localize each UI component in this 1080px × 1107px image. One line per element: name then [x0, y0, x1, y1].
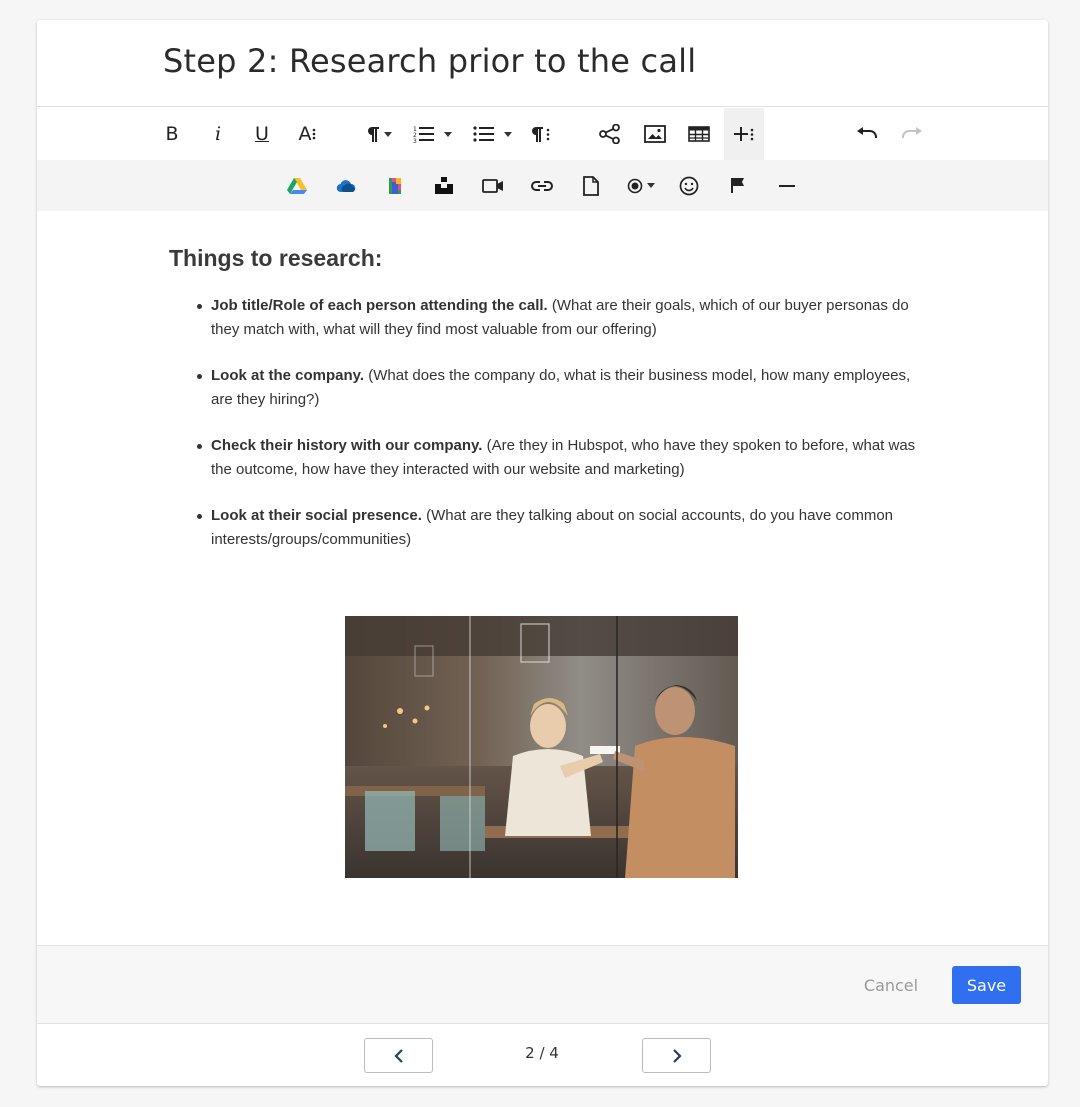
content-heading: Things to research: [169, 245, 383, 271]
chevron-right-icon [672, 1048, 682, 1063]
unordered-list-button[interactable] [467, 108, 517, 160]
editor-toolbar: B i U A 1 2 3 [37, 108, 1048, 160]
insert-video-button[interactable] [476, 160, 510, 211]
action-bar: Cancel Save [37, 945, 1048, 1024]
google-drive-icon [287, 178, 307, 194]
horizontal-line-icon [779, 184, 795, 187]
more-insert-icon [734, 127, 754, 141]
cafe-meeting-photo[interactable] [345, 616, 738, 878]
list-item-bold: Job title/Role of each person attending … [211, 297, 548, 314]
bold-button[interactable]: B [155, 108, 189, 160]
list-item: Look at their social presence. (What are… [193, 504, 918, 551]
insert-file-button[interactable] [574, 160, 608, 211]
insert-file-icon [583, 175, 599, 196]
research-list: Job title/Role of each person attending … [193, 294, 918, 574]
onedrive-icon [336, 179, 356, 192]
title-bar: Step 2: Research prior to the call [37, 20, 1048, 107]
insert-table-button[interactable] [682, 108, 716, 160]
page-indicator: 2 / 4 [525, 1044, 559, 1062]
italic-icon: i [214, 123, 222, 145]
insert-link-icon [531, 180, 553, 191]
paragraph-format-icon [368, 126, 379, 142]
emoticon-button[interactable] [672, 160, 706, 211]
horizontal-line-button[interactable] [770, 160, 804, 211]
google-drive-button[interactable] [280, 160, 314, 211]
box-button[interactable] [378, 160, 412, 211]
insert-table-icon [688, 126, 710, 142]
list-item-bold: Look at their social presence. [211, 507, 422, 524]
cancel-button[interactable]: Cancel [855, 966, 927, 1004]
chevron-down-icon [647, 183, 655, 188]
more-dots-icon [312, 128, 315, 140]
list-item: Check their history with our company. (A… [193, 434, 918, 481]
svg-text:3: 3 [413, 138, 417, 143]
font-size-icon: A [298, 123, 312, 145]
more-insert-button[interactable] [724, 108, 764, 160]
share-button[interactable] [593, 108, 627, 160]
unsplash-icon [435, 177, 453, 194]
list-item: Look at the company. (What does the comp… [193, 364, 918, 411]
save-button[interactable]: Save [952, 966, 1021, 1004]
pager: 2 / 4 [37, 1024, 1048, 1086]
chevron-down-icon [443, 131, 452, 137]
unsplash-button[interactable] [427, 160, 461, 211]
insert-video-icon [482, 178, 503, 193]
box-icon [389, 177, 401, 194]
list-item: Job title/Role of each person attending … [193, 294, 918, 341]
redo-button[interactable] [895, 108, 929, 160]
font-size-button[interactable]: A [290, 108, 324, 160]
chevron-down-icon [384, 131, 392, 137]
next-step-button[interactable] [642, 1038, 711, 1073]
ordered-list-button[interactable]: 1 2 3 [407, 108, 457, 160]
share-icon [599, 124, 620, 144]
emoticon-icon [679, 176, 699, 195]
ordered-list-icon: 1 2 3 [413, 126, 434, 143]
editor-content[interactable]: Things to research: Job title/Role of ea… [37, 211, 1048, 945]
insert-link-button[interactable] [525, 160, 559, 211]
undo-icon [857, 127, 877, 138]
insert-toolbar [37, 160, 1048, 211]
paragraph-style-button[interactable] [524, 108, 558, 160]
chevron-down-icon [503, 131, 512, 137]
step-title[interactable]: Step 2: Research prior to the call [163, 42, 696, 80]
undo-button[interactable] [850, 108, 884, 160]
underline-button[interactable]: U [245, 108, 279, 160]
redo-icon [902, 127, 922, 138]
bold-icon: B [165, 123, 179, 145]
record-icon [627, 178, 643, 193]
list-item-bold: Look at the company. [211, 367, 365, 384]
record-button[interactable] [621, 160, 661, 211]
onedrive-button[interactable] [329, 160, 363, 211]
photo-illustration [345, 616, 738, 878]
insert-image-icon [644, 125, 666, 143]
list-item-bold: Check their history with our company. [211, 437, 483, 454]
flag-icon [731, 178, 744, 193]
step-editor-card: Step 2: Research prior to the call B i U… [37, 20, 1048, 1086]
flag-button[interactable] [721, 160, 755, 211]
italic-button[interactable]: i [201, 108, 235, 160]
chevron-left-icon [393, 1048, 403, 1063]
unordered-list-icon [472, 126, 494, 142]
previous-step-button[interactable] [364, 1038, 433, 1073]
underline-icon: U [255, 123, 269, 145]
paragraph-format-button[interactable] [359, 108, 399, 160]
insert-image-button[interactable] [638, 108, 672, 160]
paragraph-style-icon [532, 126, 550, 142]
